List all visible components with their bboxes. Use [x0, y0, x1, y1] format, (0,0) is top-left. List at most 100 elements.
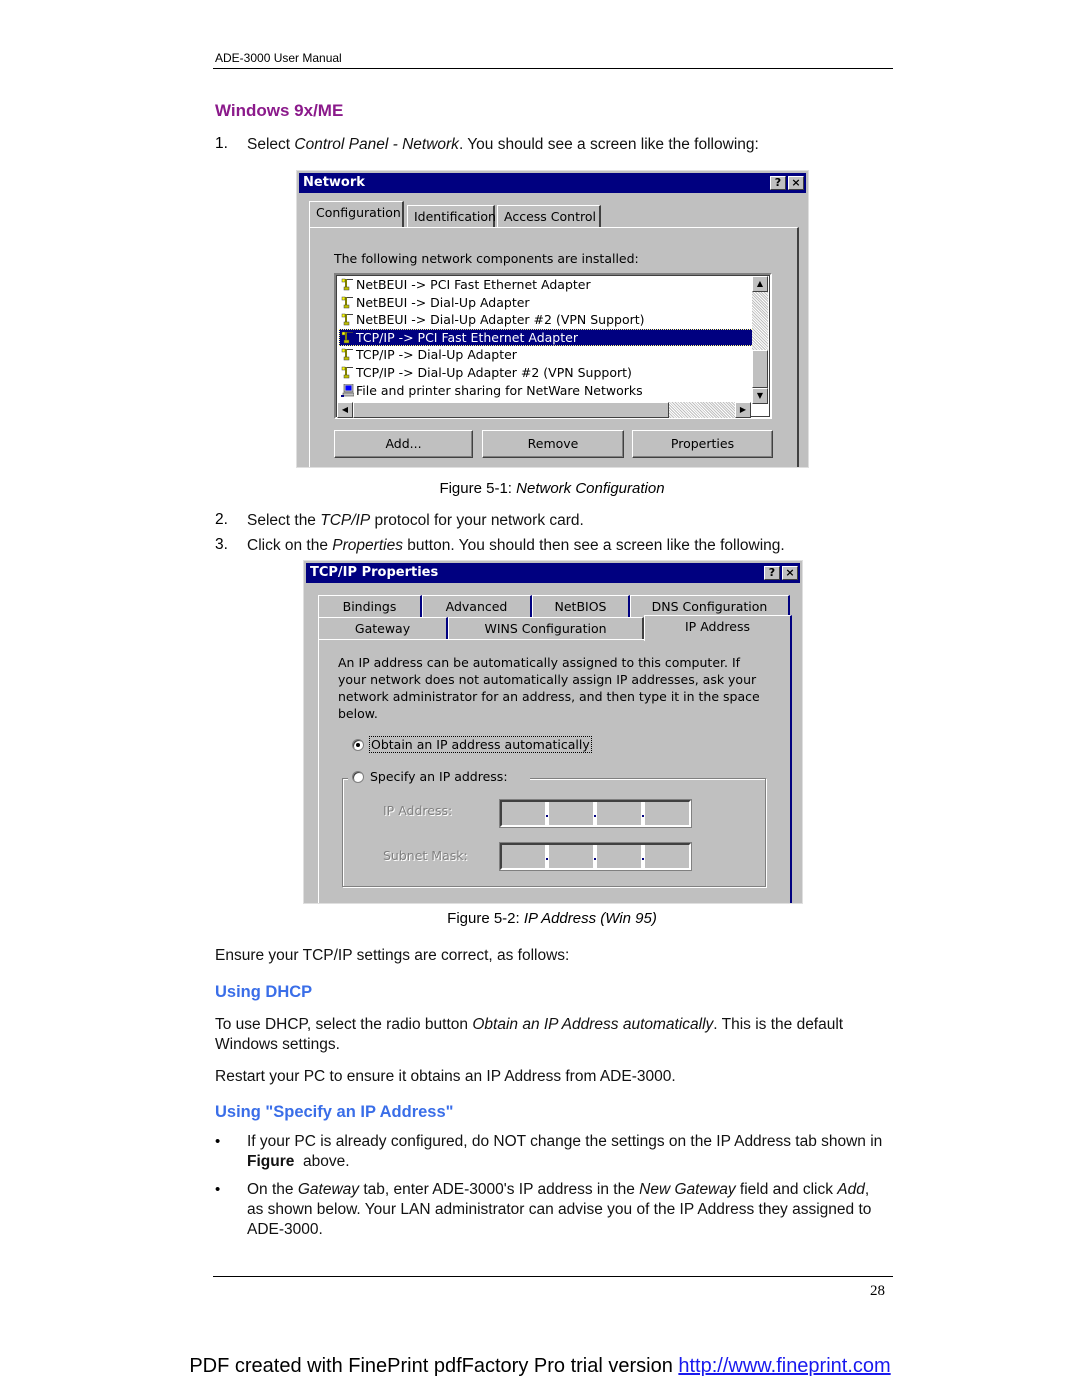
figure-label: Figure 5-1:: [439, 480, 517, 497]
bullet-emphasis: Gateway: [297, 1181, 360, 1198]
step-number: 2.: [215, 511, 228, 528]
bullet-text: above.: [294, 1153, 350, 1170]
bullet-bold: Figure: [247, 1153, 295, 1170]
component-label: TCP/IP -> PCI Fast Ethernet Adapter: [356, 329, 578, 345]
bullet-text: On the: [247, 1181, 298, 1198]
component-list-item[interactable]: TCP/IP -> PCI Fast Ethernet Adapter: [339, 328, 754, 346]
components-label: The following network components are ins…: [334, 251, 639, 266]
tab-ip-address[interactable]: IP Address: [644, 615, 792, 641]
radio-selected-dot: [356, 743, 360, 747]
dhcp-paragraph-1: To use DHCP, select the radio button Obt…: [215, 1015, 885, 1055]
close-button[interactable]: ×: [788, 176, 804, 190]
step-emphasis: TCP/IP: [320, 512, 371, 529]
tab-identification[interactable]: Identification: [407, 205, 496, 227]
bullet-text: tab, enter ADE-3000's IP address in the: [359, 1181, 640, 1198]
component-list-item[interactable]: NetBEUI -> PCI Fast Ethernet Adapter: [339, 276, 591, 293]
protocol-icon: [341, 278, 354, 291]
network-dialog-titlebar: Network ? ×: [299, 173, 806, 193]
add-button[interactable]: Add...: [334, 430, 473, 458]
computer-icon: [341, 383, 355, 397]
paragraph-text: To use DHCP, select the radio button: [215, 1016, 473, 1033]
horizontal-scroll-thumb[interactable]: [353, 402, 669, 418]
components-listbox[interactable]: NetBEUI -> PCI Fast Ethernet Adapter NetB…: [334, 273, 772, 419]
step-text: Click on the: [247, 537, 333, 554]
ip-octet-separator: [545, 845, 549, 868]
running-head: ADE-3000 User Manual: [215, 51, 342, 65]
vertical-scroll-thumb[interactable]: [752, 350, 768, 388]
fineprint-link[interactable]: http://www.fineprint.com: [678, 1355, 890, 1377]
ip-octet-separator: [641, 845, 645, 868]
paragraph-emphasis: Obtain an IP Address automatically: [472, 1016, 714, 1033]
ip-octet-separator: [593, 802, 597, 825]
dhcp-paragraph-2: Restart your PC to ensure it obtains an …: [215, 1068, 676, 1085]
component-list-item[interactable]: TCP/IP -> Dial-Up Adapter: [339, 346, 517, 363]
properties-button[interactable]: Properties: [632, 430, 773, 458]
component-list-item[interactable]: NetBEUI -> Dial-Up Adapter #2 (VPN Suppo…: [339, 311, 645, 328]
tcpip-dialog-title: TCP/IP Properties: [310, 565, 439, 580]
specify-bullet-1: If your PC is already configured, do NOT…: [247, 1132, 887, 1172]
scroll-right-button[interactable]: ▶: [735, 402, 751, 418]
step-text: . You should see a screen like the follo…: [458, 136, 759, 153]
obtain-ip-radio[interactable]: [352, 739, 364, 751]
protocol-icon: [341, 348, 354, 361]
remove-button[interactable]: Remove: [482, 430, 624, 458]
component-label: TCP/IP -> Dial-Up Adapter #2 (VPN Suppor…: [356, 365, 632, 380]
help-button[interactable]: ?: [770, 176, 786, 190]
header-rule: [213, 68, 893, 69]
protocol-icon: [341, 331, 354, 344]
help-button[interactable]: ?: [764, 566, 780, 580]
close-button[interactable]: ×: [782, 566, 798, 580]
tab-access-control[interactable]: Access Control: [497, 205, 601, 227]
scroll-down-button[interactable]: ▼: [752, 388, 768, 404]
component-list-item[interactable]: File and printer sharing for NetWare Net…: [339, 382, 643, 399]
ip-octet-separator: [545, 802, 549, 825]
specify-bullet-2: On the Gateway tab, enter ADE-3000's IP …: [247, 1180, 887, 1240]
step-1-text: Select Control Panel - Network. You shou…: [247, 135, 759, 155]
figure-2-caption: Figure 5-2: IP Address (Win 95): [352, 910, 752, 927]
ip-description: An IP address can be automatically assig…: [338, 655, 760, 721]
step-emphasis: Properties: [332, 537, 403, 554]
component-label: NetBEUI -> PCI Fast Ethernet Adapter: [356, 277, 591, 292]
tab-dns-configuration[interactable]: DNS Configuration: [630, 595, 790, 617]
component-list-item[interactable]: TCP/IP -> Dial-Up Adapter #2 (VPN Suppor…: [339, 364, 632, 381]
specify-ip-label[interactable]: Specify an IP address:: [370, 769, 508, 784]
figure-title: IP Address (Win 95): [523, 910, 657, 927]
obtain-ip-label[interactable]: Obtain an IP address automatically: [369, 736, 592, 753]
vertical-scroll-track[interactable]: [752, 292, 768, 350]
tab-configuration[interactable]: Configuration: [309, 201, 404, 227]
scroll-up-button[interactable]: ▲: [752, 276, 768, 292]
step-text: button. You should then see a screen lik…: [402, 537, 785, 554]
step-number: 1.: [215, 135, 228, 152]
specify-ip-radio[interactable]: [352, 771, 364, 783]
tab-bindings[interactable]: Bindings: [318, 595, 422, 617]
horizontal-scroll-track[interactable]: [669, 402, 735, 418]
step-emphasis: Control Panel - Network: [294, 136, 459, 153]
protocol-icon: [341, 296, 354, 309]
ip-octet-separator: [641, 802, 645, 825]
bullet-emphasis: New Gateway: [639, 1181, 736, 1198]
step-text: Select: [247, 136, 295, 153]
tab-netbios[interactable]: NetBIOS: [532, 595, 630, 617]
tab-wins-configuration[interactable]: WINS Configuration: [448, 617, 644, 639]
protocol-icon: [341, 366, 354, 379]
ip-address-input[interactable]: [499, 799, 692, 828]
bullet-marker: •: [215, 1181, 221, 1198]
subnet-mask-label: Subnet Mask:: [383, 848, 468, 863]
ip-address-label: IP Address:: [383, 803, 453, 818]
scroll-left-button[interactable]: ◀: [337, 402, 353, 418]
component-list-item[interactable]: NetBEUI -> Dial-Up Adapter: [339, 294, 530, 311]
pdf-watermark: PDF created with FinePrint pdfFactory Pr…: [0, 1355, 1080, 1378]
component-label: NetBEUI -> Dial-Up Adapter #2 (VPN Suppo…: [356, 312, 645, 328]
step-2-text: Select the TCP/IP protocol for your netw…: [247, 511, 584, 531]
figure-1-caption: Figure 5-1: Network Configuration: [352, 480, 752, 497]
watermark-text: PDF created with FinePrint pdfFactory Pr…: [189, 1355, 679, 1377]
step-3-text: Click on the Properties button. You shou…: [247, 536, 785, 556]
step-text: protocol for your network card.: [370, 512, 584, 529]
tab-gateway[interactable]: Gateway: [318, 617, 448, 639]
subnet-mask-input[interactable]: [499, 842, 692, 871]
tab-advanced[interactable]: Advanced: [422, 595, 532, 617]
section-heading-dhcp: Using DHCP: [215, 983, 313, 1001]
figure-label: Figure 5-2:: [447, 910, 524, 927]
step-text: Select the: [247, 512, 321, 529]
component-label: NetBEUI -> Dial-Up Adapter: [356, 294, 530, 310]
